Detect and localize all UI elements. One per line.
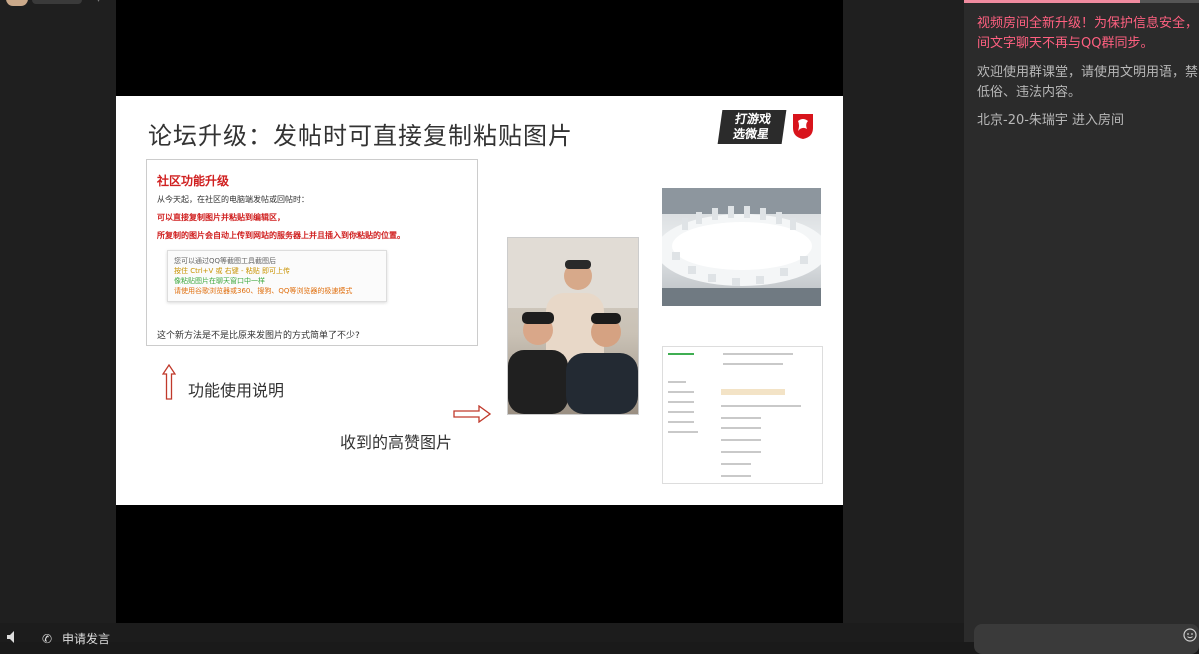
panel-line-2: 可以直接复制图片并粘贴到编辑区， [157, 213, 285, 222]
chat-tab-indicator-inactive [1140, 0, 1199, 3]
cake-photo-art [662, 188, 821, 306]
function-guide-label: 功能使用说明 [188, 381, 285, 400]
stage-margin [843, 0, 964, 642]
cake-photo [662, 188, 821, 306]
shared-slide: 论坛升级：发帖时可直接复制粘贴图片 打游戏 选微星 社区功能升级 从今天起，在社… [116, 96, 843, 505]
group-photo [507, 237, 639, 415]
welcome-line-2: 低俗、违法内容。 [977, 85, 1082, 100]
tip-line-4: 请使用谷歌浏览器或360、搜狗、QQ等浏览器的极速模式 [174, 287, 353, 295]
tip-line-3: 像粘贴图片在聊天窗口中一样 [174, 277, 265, 285]
chevron-down-icon[interactable]: ▾ [96, 0, 101, 5]
panel-heading: 社区功能升级 [157, 174, 230, 188]
system-notice-line-1: 视频房间全新升级！为保护信息安全， [977, 16, 1199, 31]
received-photos-label: 收到的高赞图片 [340, 433, 453, 452]
up-arrow-icon [162, 364, 176, 400]
emoji-icon[interactable] [1183, 628, 1197, 642]
bottom-control-bar [0, 623, 964, 642]
left-rail [0, 0, 116, 642]
community-upgrade-panel: 社区功能升级 从今天起，在社区的电脑端发帖或回帖时： 可以直接复制图片并粘贴到编… [146, 159, 478, 346]
logo-text-line2: 选微星 [732, 127, 770, 141]
chat-tab-indicator [964, 0, 1140, 3]
system-notice-line-2: 间文字聊天不再与QQ群同步。 [977, 36, 1154, 51]
logo-text-line1: 打游戏 [734, 112, 773, 126]
panel-footer: 这个新方法是不是比原来发图片的方式简单了不少? [157, 331, 360, 341]
welcome-line-1: 欢迎使用群课堂，请使用文明用语，禁 [977, 65, 1199, 80]
apply-speak-label: 申请发言 [62, 632, 111, 646]
microphone-icon: ✆ [42, 632, 53, 646]
welcome-message: 欢迎使用群课堂，请使用文明用语，禁 低俗、违法内容。 [977, 63, 1199, 103]
chat-input[interactable] [974, 624, 1199, 654]
tip-line-1: 您可以通过QQ等截图工具截图后 [174, 257, 277, 265]
right-arrow-icon [453, 405, 491, 423]
game-logo: 打游戏 选微星 [717, 110, 787, 144]
apply-speak-button[interactable]: ✆ 申请发言 [42, 630, 110, 647]
paste-tip-box: 您可以通过QQ等截图工具截图后 按住 Ctrl+V 或 右键 - 粘贴 即可上传… [167, 250, 387, 302]
msi-dragon-icon [793, 114, 813, 139]
group-photo-art [508, 238, 638, 414]
panel-line-3: 所复制的图片会自动上传到网站的服务器上并且插入到你粘贴的位置。 [157, 231, 405, 240]
room-entry-message: 北京-20-朱瑞宇 进入房间 [977, 113, 1125, 128]
slide-title: 论坛升级：发帖时可直接复制粘贴图片 [148, 122, 573, 150]
tip-line-2: 按住 Ctrl+V 或 右键 - 粘贴 即可上传 [174, 267, 290, 275]
panel-line-1: 从今天起，在社区的电脑端发帖或回帖时： [157, 195, 309, 204]
system-notice: 视频房间全新升级！为保护信息安全， 间文字聊天不再与QQ群同步。 [977, 14, 1199, 54]
avatar-name-placeholder [32, 0, 82, 4]
forum-screenshot-thumb [662, 346, 823, 484]
